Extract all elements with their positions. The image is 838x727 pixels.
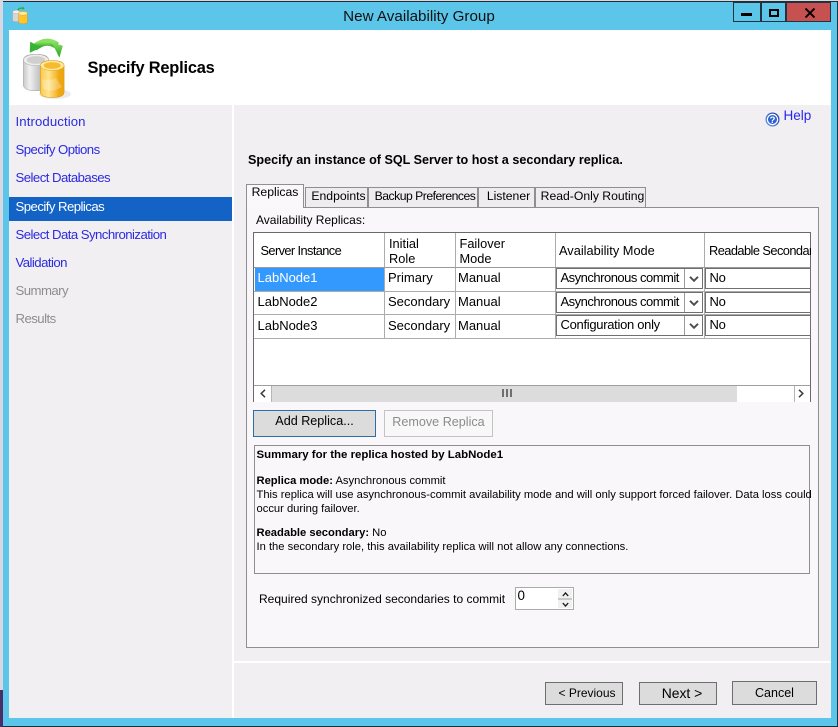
svg-text:?: ? <box>769 115 775 126</box>
